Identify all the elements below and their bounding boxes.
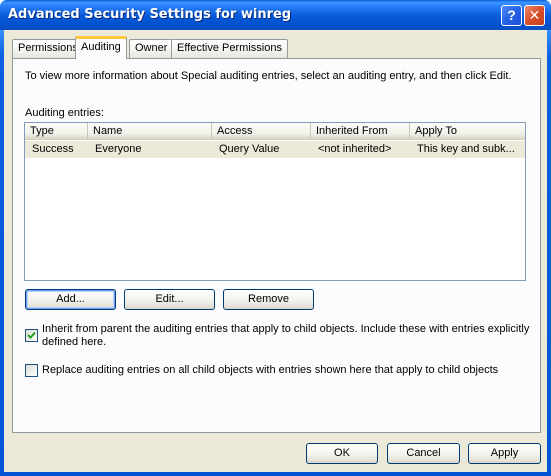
window-frame-bottom [0, 472, 551, 476]
dialog-body: Permissions Auditing Owner Effective Per… [4, 30, 547, 472]
inherit-checkbox[interactable] [25, 329, 38, 342]
inherit-label-line-1: Inherit from parent the auditing entries… [42, 323, 530, 335]
list-header: Type Name Access Inherited From Apply To [25, 123, 525, 140]
close-button[interactable]: ✕ [524, 5, 545, 26]
ok-button[interactable]: OK [306, 443, 378, 464]
tab-auditing[interactable]: Auditing [75, 36, 127, 59]
tab-permissions[interactable]: Permissions [12, 39, 84, 58]
help-button[interactable]: ? [501, 5, 522, 26]
tab-effective-permissions[interactable]: Effective Permissions [171, 39, 288, 58]
cell-access: Query Value [219, 143, 280, 155]
column-header-apply-to[interactable]: Apply To [410, 123, 525, 140]
cell-name: Everyone [95, 143, 142, 155]
close-icon: ✕ [528, 7, 541, 23]
cell-inherited-from: <not inherited> [318, 143, 392, 155]
cell-type: Success [32, 143, 74, 155]
auditing-entries-label: Auditing entries: [25, 107, 104, 119]
window-title: Advanced Security Settings for winreg [8, 7, 292, 22]
cancel-button[interactable]: Cancel [387, 443, 460, 464]
column-header-type[interactable]: Type [25, 123, 88, 140]
inherit-checkbox-label[interactable]: Inherit from parent the auditing entries… [42, 323, 529, 349]
help-icon: ? [507, 7, 516, 23]
tab-owner[interactable]: Owner [129, 39, 174, 58]
table-row[interactable]: Success Everyone Query Value <not inheri… [25, 141, 525, 158]
auditing-panel: To view more information about Special a… [12, 58, 541, 433]
checkmark-icon [27, 331, 36, 339]
column-header-access[interactable]: Access [212, 123, 311, 140]
column-header-name[interactable]: Name [88, 123, 212, 140]
apply-button[interactable]: Apply [468, 443, 541, 464]
edit-button[interactable]: Edit... [124, 289, 215, 310]
inherit-label-line-2: defined here. [42, 336, 107, 348]
add-button[interactable]: Add... [25, 289, 116, 310]
info-text: To view more information about Special a… [25, 70, 512, 82]
replace-checkbox[interactable] [25, 364, 38, 377]
cell-apply-to: This key and subk... [417, 143, 515, 155]
title-bar[interactable]: Advanced Security Settings for winreg ? … [0, 0, 551, 30]
remove-button[interactable]: Remove [223, 289, 314, 310]
replace-checkbox-label[interactable]: Replace auditing entries on all child ob… [42, 364, 498, 377]
auditing-entries-list[interactable]: Type Name Access Inherited From Apply To… [24, 122, 526, 281]
column-header-inherited-from[interactable]: Inherited From [311, 123, 410, 140]
